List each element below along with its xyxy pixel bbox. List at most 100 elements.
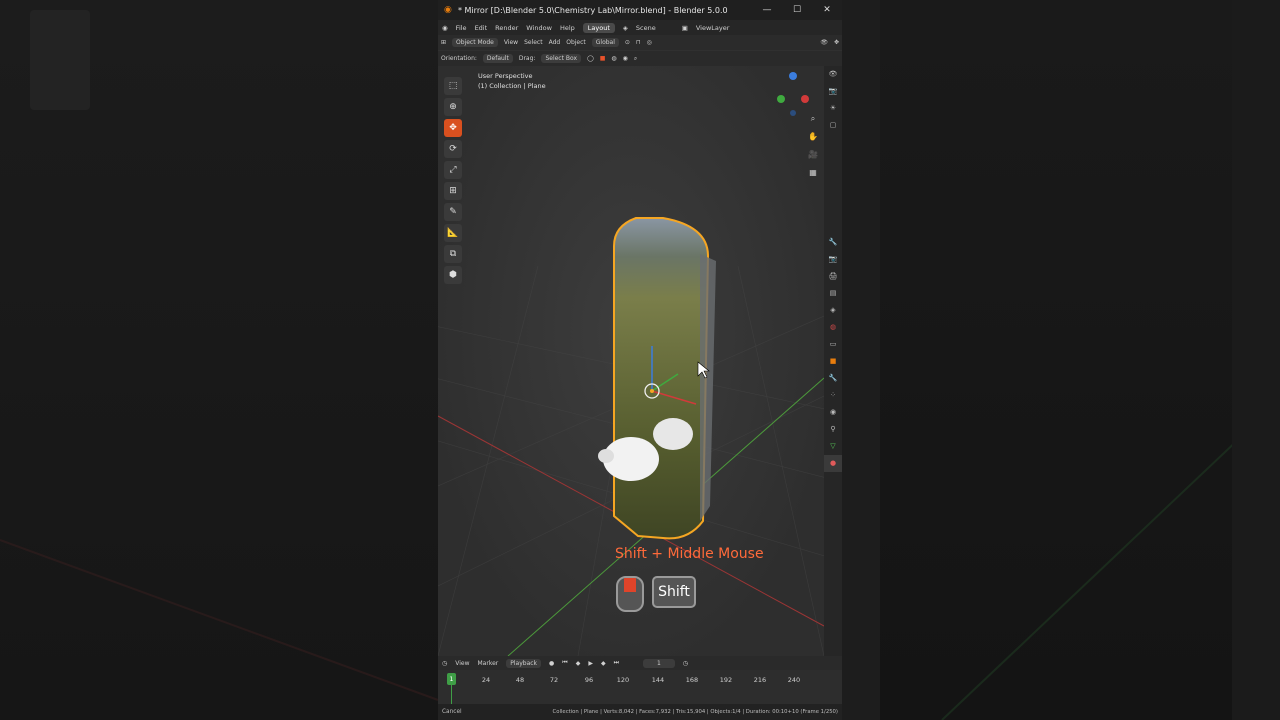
outliner-camera-icon[interactable]: 📷 [824,83,842,100]
timeline-tick: 192 [719,676,733,684]
timeline-tick: 96 [584,676,594,684]
drag-selector[interactable]: Select Box [541,54,582,63]
shading-solid-icon[interactable]: ■ [600,55,606,62]
clock-icon[interactable]: ◷ [683,660,688,667]
outliner-eye-icon[interactable]: 👁 [824,66,842,83]
timeline-header: ◷ View Marker Playback ● ⏮ ◆ ▶ ◆ ⏭ 1 ◷ [438,656,842,670]
scene-icon: ◈ [622,23,628,32]
ortho-grid-icon[interactable]: ▦ [806,168,820,186]
blender-logo-icon: ◉ [444,5,452,15]
object-properties-icon[interactable]: ■ [824,353,842,370]
current-frame-marker[interactable]: 1 [447,673,456,685]
suzanne-ear [598,449,614,463]
modifier-properties-icon[interactable]: 🔧 [824,370,842,387]
scene-selector[interactable]: Scene [636,24,656,32]
menu-file[interactable]: File [456,24,467,32]
maximize-icon[interactable]: ☐ [782,5,812,15]
cursor-tool-icon[interactable]: ⊕ [444,98,462,116]
close-icon[interactable]: ✕ [812,5,842,15]
mode-selector[interactable]: Object Mode [452,38,498,47]
transform-orientation-selector[interactable]: Global [591,38,619,47]
shading-wireframe-icon[interactable]: ◯ [587,55,594,62]
tool-shelf: ⬚ ⊕ ✥ ⟳ ⤢ ⊞ ✎ 📐 ⧉ ⬢ [444,74,466,287]
menu-help[interactable]: Help [560,24,575,32]
timeline-tick: 168 [685,676,699,684]
next-keyframe-icon[interactable]: ◆ [601,660,606,667]
material-properties-icon[interactable]: ● [824,455,842,472]
menu-window[interactable]: Window [526,24,552,32]
rotate-tool-icon[interactable]: ⟳ [444,140,462,158]
particles-properties-icon[interactable]: ⁘ [824,387,842,404]
3d-viewport[interactable]: User Perspective (1) Collection | Plane … [438,66,824,656]
mirror-plane-object[interactable] [613,217,710,540]
middle-mouse-button-icon [616,576,644,612]
menu-object[interactable]: Object [566,39,586,46]
minimize-icon[interactable]: — [752,5,782,15]
viewlayer-selector[interactable]: ViewLayer [696,24,730,32]
measure-tool-icon[interactable]: 📐 [444,224,462,242]
background-right-blur [842,0,1280,720]
view-name-label: User Perspective [478,72,533,80]
physics-properties-icon[interactable]: ◉ [824,404,842,421]
menu-edit[interactable]: Edit [475,24,488,32]
move-tool-icon[interactable]: ✥ [444,119,462,137]
mirror-edge-side [700,254,716,521]
timeline-editor-icon[interactable]: ◷ [442,660,447,667]
menu-render[interactable]: Render [495,24,518,32]
view-layer-properties-icon[interactable]: ▤ [824,285,842,302]
proportional-edit-icon[interactable]: ◎ [647,39,652,46]
tab-layout[interactable]: Layout [582,22,615,33]
snap-icon[interactable]: ⊓ [636,39,641,46]
pan-hand-icon[interactable]: ✋ [806,132,820,150]
data-properties-icon[interactable]: ▽ [824,438,842,455]
tool-properties-icon[interactable]: 🔧 [824,234,842,251]
gizmo-icon[interactable]: ✥ [834,39,839,46]
menu-view[interactable]: View [504,39,518,46]
shading-material-icon[interactable]: ◍ [611,55,616,62]
timeline-area[interactable]: 1 24 48 72 96 120 144 168 192 216 240 [438,670,842,704]
annotate-tool-icon[interactable]: ✎ [444,203,462,221]
scale-tool-icon[interactable]: ⤢ [444,161,462,179]
jump-end-icon[interactable]: ⏭ [614,659,619,667]
select-tool-icon[interactable]: ⬚ [444,77,462,95]
camera-view-icon[interactable]: 🎥 [806,150,820,168]
outliner-light-icon[interactable]: ☀ [824,100,842,117]
transform-tool-icon[interactable]: ⊞ [444,182,462,200]
viewlayer-icon: ▣ [681,23,688,32]
render-properties-icon[interactable]: 📷 [824,251,842,268]
timeline-menu-playback[interactable]: Playback [506,658,542,668]
pivot-icon[interactable]: ⊙ [625,39,630,46]
collection-properties-icon[interactable]: ▭ [824,336,842,353]
add-object-tool-icon[interactable]: ⬢ [444,266,462,284]
output-properties-icon[interactable]: 🖨 [824,268,842,285]
editor-type-icon[interactable]: ⊞ [441,39,446,46]
constraints-properties-icon[interactable]: ⚲ [824,421,842,438]
timeline-menu-marker[interactable]: Marker [478,660,499,667]
play-icon[interactable]: ▶ [588,660,593,667]
timeline-menu-view[interactable]: View [455,660,469,667]
record-icon[interactable]: ● [549,660,554,667]
world-properties-icon[interactable]: ◍ [824,319,842,336]
orientation-selector[interactable]: Default [482,54,513,63]
visibility-icon[interactable]: 👁 [820,39,828,46]
shading-rendered-icon[interactable]: ◉ [623,55,628,62]
tool-settings-bar: Orientation: Default Drag: Select Box ◯ … [438,51,842,66]
scene-properties-icon[interactable]: ◈ [824,302,842,319]
outliner-item-icon[interactable]: ▢ [824,117,842,134]
orientation-label: Orientation: [441,55,477,62]
blender-menu-icon[interactable]: ◉ [442,24,448,32]
drag-label: Drag: [518,55,536,62]
background-left-blur [0,0,438,720]
add-cube-tool-icon[interactable]: ⧉ [444,245,462,263]
timeline-tick: 240 [787,676,801,684]
search-icon[interactable]: ⌕ [634,55,637,63]
menu-select[interactable]: Select [524,39,543,46]
menu-add[interactable]: Add [549,39,561,46]
jump-start-icon[interactable]: ⏮ [562,659,567,667]
timeline-tick: 120 [616,676,630,684]
zoom-icon[interactable]: ⌕ [806,114,820,132]
current-frame-field[interactable]: 1 [642,658,675,668]
navigation-gizmo[interactable] [777,72,809,116]
prev-keyframe-icon[interactable]: ◆ [576,660,581,667]
